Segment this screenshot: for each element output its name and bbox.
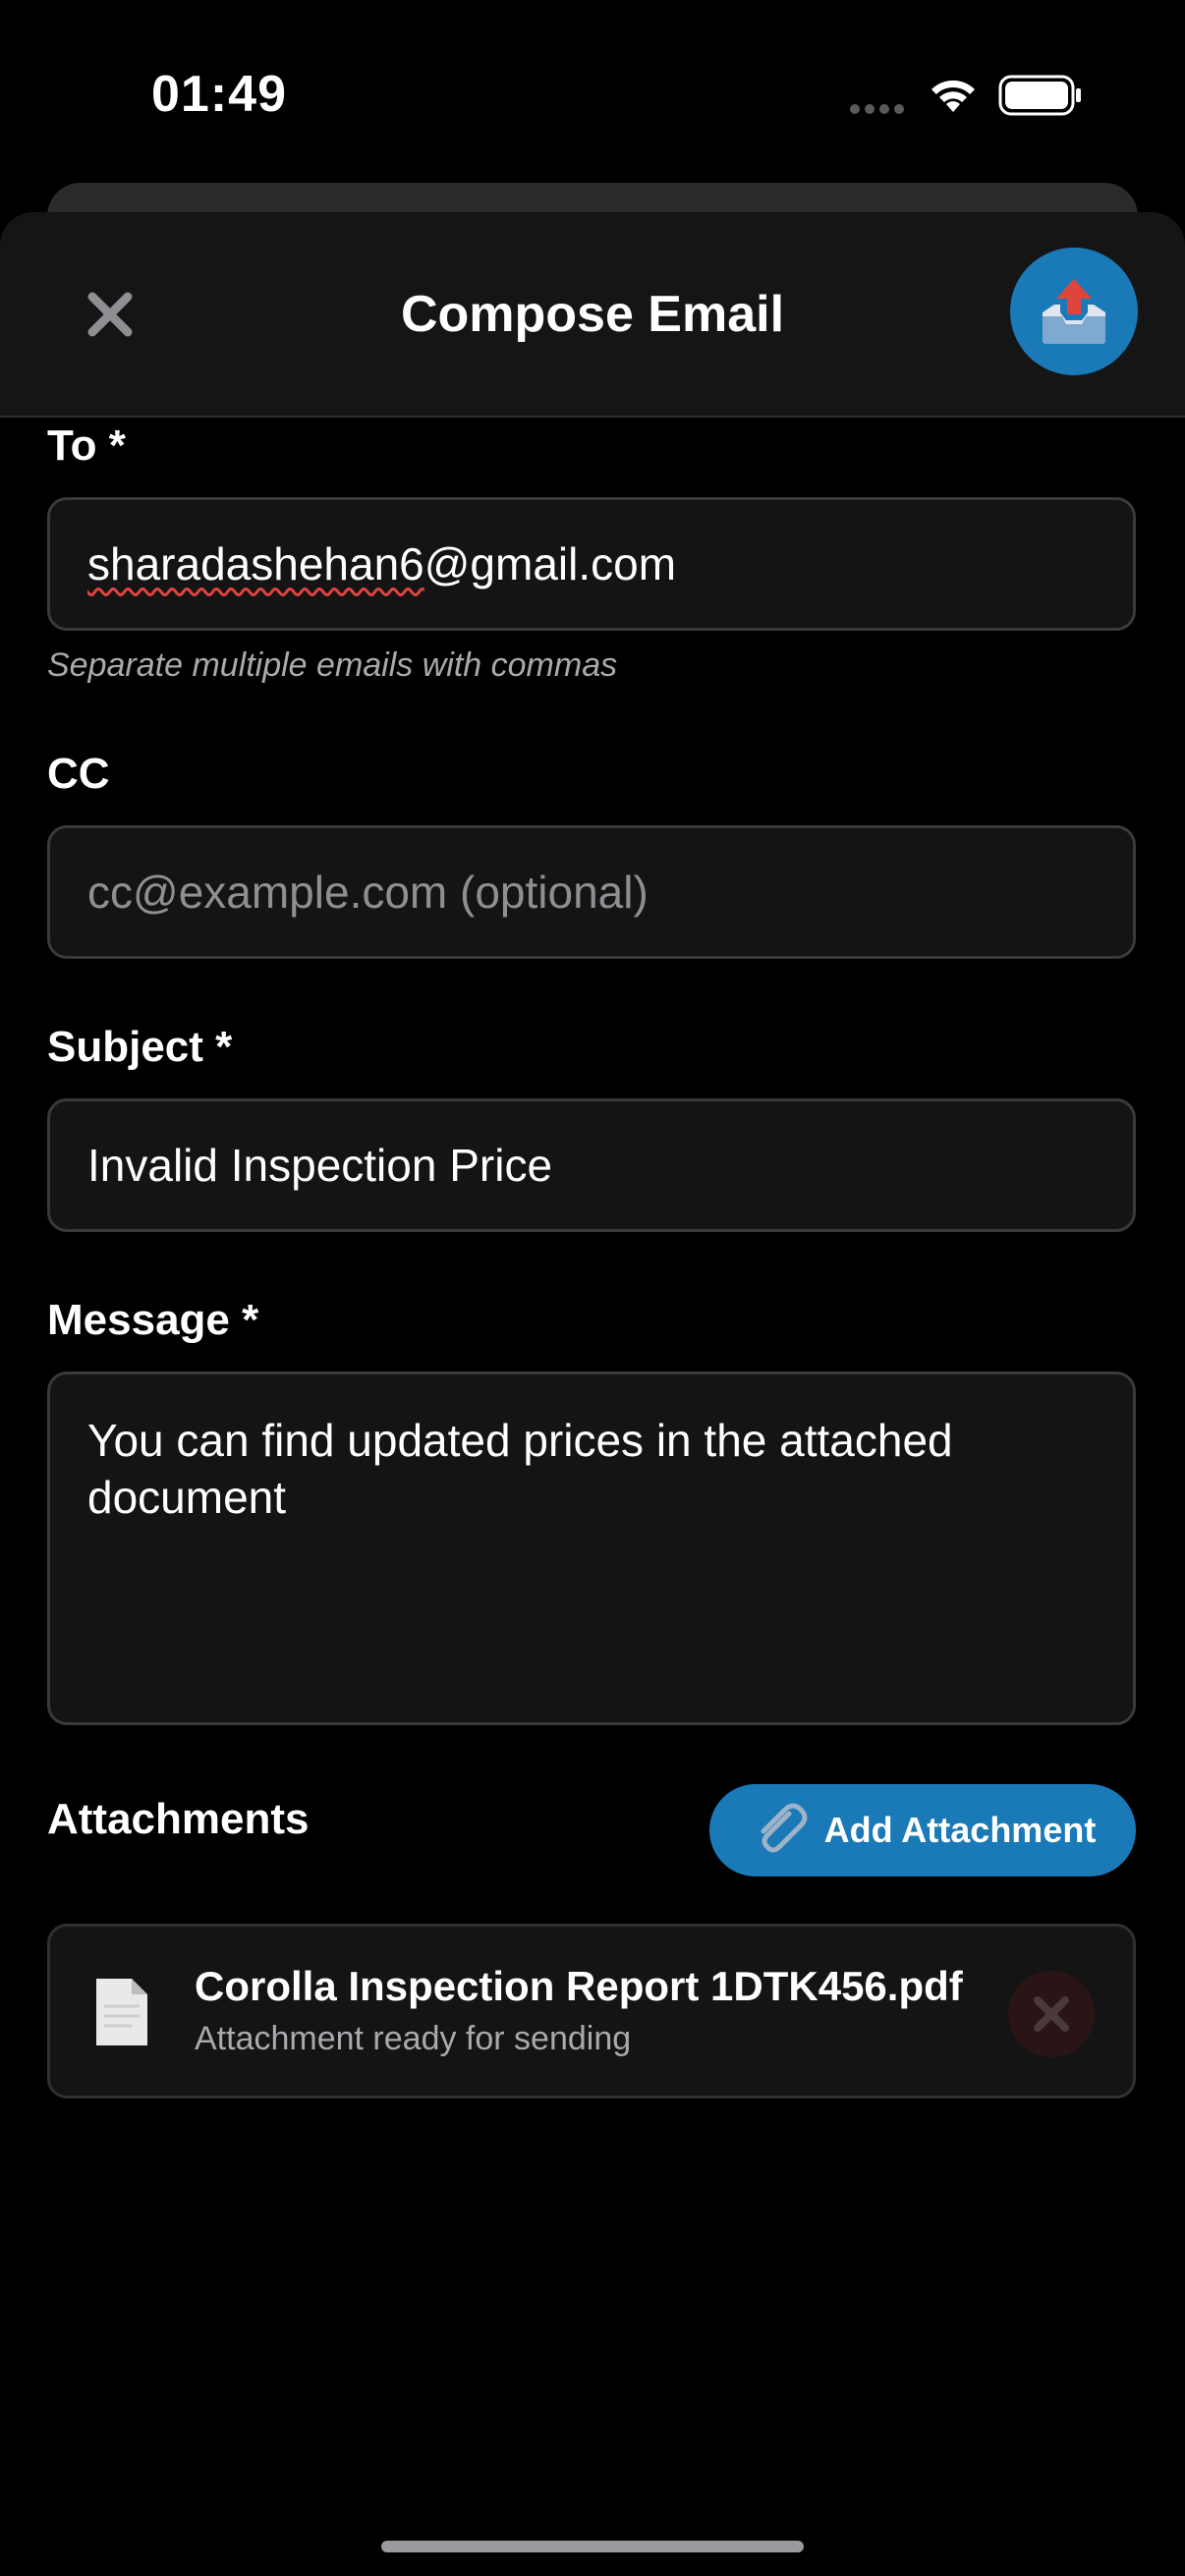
to-field[interactable]: sharadashehan6 @gmail.com [47, 497, 1136, 631]
subject-label: Subject * [47, 1023, 233, 1071]
attachment-status: Attachment ready for sending [195, 2020, 632, 2057]
to-label: To * [47, 421, 126, 470]
subject-field[interactable]: Invalid Inspection Price [47, 1098, 1136, 1232]
message-textarea-value: You can find updated prices in the attac… [87, 1415, 953, 1523]
to-field-hint: Separate multiple emails with commas [47, 646, 618, 684]
subject-field-value: Invalid Inspection Price [87, 1140, 553, 1191]
cc-label: CC [47, 750, 110, 798]
send-button[interactable] [1010, 248, 1138, 375]
message-label: Message * [47, 1296, 259, 1344]
cellular-signal-icon [850, 104, 904, 114]
close-button[interactable] [75, 279, 145, 350]
cc-field-placeholder: cc@example.com (optional) [87, 867, 649, 918]
to-field-misspelled-part: sharadashehan6 [87, 538, 424, 589]
add-attachment-button[interactable]: Add Attachment [709, 1784, 1136, 1876]
attachments-label: Attachments [47, 1795, 310, 1843]
message-textarea[interactable]: You can find updated prices in the attac… [47, 1372, 1136, 1725]
close-x-icon [1034, 1996, 1069, 2032]
attachment-filename: Corolla Inspection Report 1DTK456.pdf [195, 1963, 963, 2009]
document-icon [96, 1979, 147, 2045]
battery-icon [998, 75, 1081, 116]
paperclip-icon [761, 1803, 808, 1853]
status-time: 01:49 [151, 66, 287, 123]
wifi-icon [931, 80, 975, 112]
home-indicator [381, 2541, 804, 2552]
close-x-icon [87, 292, 133, 337]
cc-field[interactable]: cc@example.com (optional) [47, 825, 1136, 959]
page-title: Compose Email [400, 286, 785, 343]
add-attachment-label: Add Attachment [823, 1810, 1097, 1850]
outbox-tray-icon [1043, 279, 1105, 344]
remove-attachment-button[interactable] [1008, 1971, 1095, 2057]
to-field-domain-part: @gmail.com [423, 538, 677, 589]
